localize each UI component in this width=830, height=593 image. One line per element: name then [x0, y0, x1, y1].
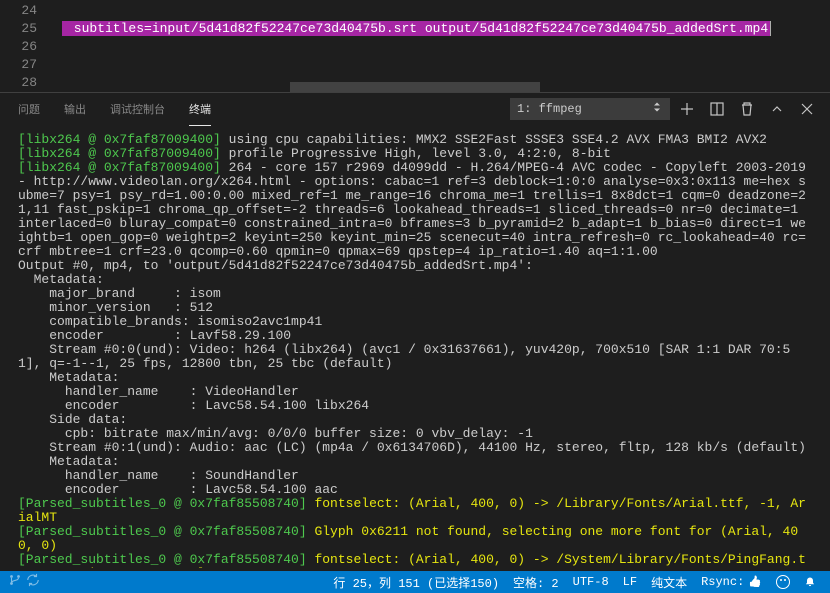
line-number: 27	[0, 56, 37, 74]
line-number: 26	[0, 38, 37, 56]
terminal-line: Output #0, mp4, to 'output/5d41d82f52247…	[18, 259, 812, 273]
split-terminal-button[interactable]	[704, 96, 730, 122]
scrollbar-thumb[interactable]	[290, 82, 540, 92]
thumbs-up-icon	[748, 575, 762, 589]
maximize-panel-button[interactable]	[764, 96, 790, 122]
terminal-line: Metadata:	[18, 455, 812, 469]
terminal-line: [libx264 @ 0x7faf87009400] using cpu cap…	[18, 133, 812, 147]
close-panel-button[interactable]	[794, 96, 820, 122]
panel-tab-bar: 问题 输出 调试控制台 终端 1: ffmpeg	[0, 92, 830, 125]
terminal-selector[interactable]: 1: ffmpeg	[510, 98, 670, 120]
terminal-line: major_brand : isom	[18, 287, 812, 301]
terminal-line: [Parsed_subtitles_0 @ 0x7faf85508740] fo…	[18, 497, 812, 525]
terminal-line: encoder : Lavc58.54.100 libx264	[18, 399, 812, 413]
terminal-line: Side data:	[18, 413, 812, 427]
terminal-line: handler_name : VideoHandler	[18, 385, 812, 399]
terminal-line: Metadata:	[18, 273, 812, 287]
terminal-line: cpb: bitrate max/min/avg: 0/0/0 buffer s…	[18, 427, 812, 441]
terminal-line: encoder : Lavc58.54.100 aac	[18, 483, 812, 497]
tab-problems[interactable]: 问题	[18, 93, 40, 125]
selected-text[interactable]: subtitles=input/5d41d82f52247ce73d40475b…	[62, 21, 770, 36]
line-number: 25	[0, 20, 37, 38]
new-terminal-button[interactable]	[674, 96, 700, 122]
status-language[interactable]: 纯文本	[651, 574, 687, 591]
status-rsync[interactable]: Rsync:	[701, 575, 762, 589]
kill-terminal-button[interactable]	[734, 96, 760, 122]
terminal-output[interactable]: [libx264 @ 0x7faf87009400] using cpu cap…	[0, 125, 830, 568]
status-spaces[interactable]: 空格: 2	[513, 574, 559, 591]
terminal-line: handler_name : SoundHandler	[18, 469, 812, 483]
terminal-line: [Parsed_subtitles_0 @ 0x7faf85508740] fo…	[18, 553, 812, 568]
status-encoding[interactable]: UTF-8	[573, 575, 609, 589]
status-bar: 行 25，列 151 (已选择150) 空格: 2 UTF-8 LF 纯文本 R…	[0, 571, 830, 593]
tab-output[interactable]: 输出	[64, 93, 86, 125]
status-eol[interactable]: LF	[623, 575, 637, 589]
chevron-updown-icon	[651, 101, 663, 117]
terminal-line: encoder : Lavf58.29.100	[18, 329, 812, 343]
tab-terminal[interactable]: 终端	[189, 93, 211, 126]
terminal-line: [Parsed_subtitles_0 @ 0x7faf85508740] Gl…	[18, 525, 812, 553]
line-number: 24	[0, 2, 37, 20]
status-ln-col[interactable]: 行 25，列 151 (已选择150)	[333, 574, 499, 591]
horizontal-scrollbar[interactable]	[0, 82, 815, 92]
feedback-icon[interactable]	[776, 575, 790, 589]
terminal-line: minor_version : 512	[18, 301, 812, 315]
bell-icon[interactable]	[804, 576, 816, 588]
terminal-line: [libx264 @ 0x7faf87009400] profile Progr…	[18, 147, 812, 161]
terminal-line: Metadata:	[18, 371, 812, 385]
sync-icon[interactable]	[26, 573, 40, 591]
terminal-line: [libx264 @ 0x7faf87009400] 264 - core 15…	[18, 161, 812, 259]
terminal-selector-label: 1: ffmpeg	[517, 102, 582, 116]
terminal-line: Stream #0:1(und): Audio: aac (LC) (mp4a …	[18, 441, 812, 455]
tab-debug-console[interactable]: 调试控制台	[110, 93, 165, 125]
text-cursor	[770, 21, 771, 36]
terminal-line: Stream #0:0(und): Video: h264 (libx264) …	[18, 343, 812, 371]
line-gutter: 24 25 26 27 28	[0, 0, 55, 92]
git-branch-icon[interactable]	[8, 573, 22, 591]
terminal-line: compatible_brands: isomiso2avc1mp41	[18, 315, 812, 329]
code-content[interactable]: subtitles=input/5d41d82f52247ce73d40475b…	[62, 2, 830, 38]
editor-area[interactable]: 24 25 26 27 28 subtitles=input/5d41d82f5…	[0, 0, 830, 92]
